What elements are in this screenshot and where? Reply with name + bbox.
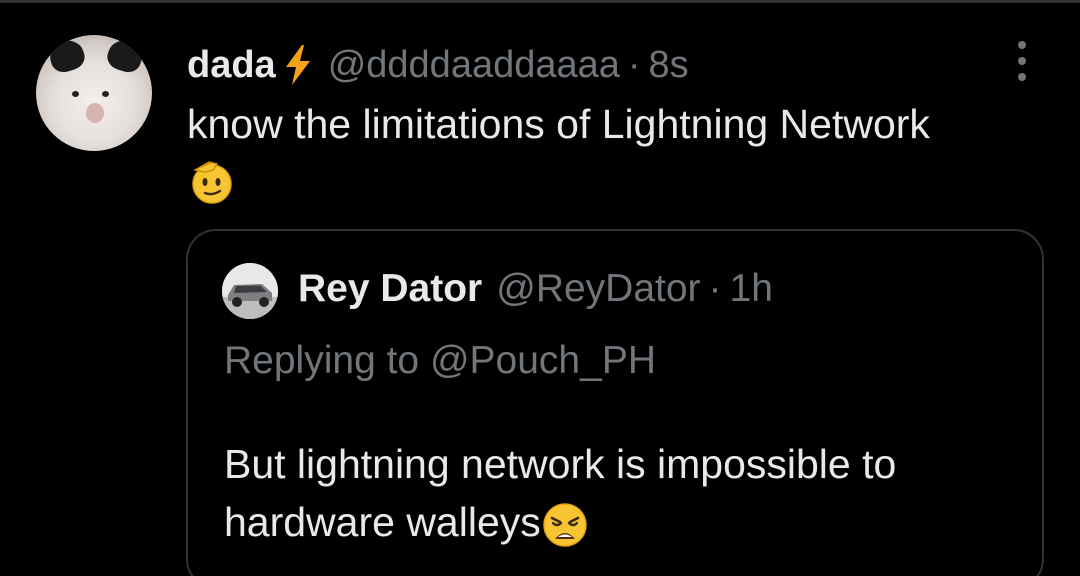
display-name[interactable]: dada	[187, 44, 276, 87]
lightning-bolt-icon	[285, 45, 310, 85]
tweet-header: dada @ddddaaddaaaa · 8s	[187, 41, 689, 89]
more-dot	[1018, 41, 1026, 49]
avatar-ear	[46, 36, 88, 76]
tweet-body: know the limitations of Lightning Networ…	[187, 97, 1067, 206]
avatar-eye	[72, 91, 79, 97]
avatar-ear	[104, 36, 146, 76]
weary-face-emoji-icon	[543, 503, 587, 547]
replying-to[interactable]: Replying to @Pouch_PH	[224, 339, 656, 383]
tweet-text: know the limitations of Lightning Networ…	[187, 101, 930, 147]
avatar-eye	[102, 91, 109, 97]
quoted-display-name[interactable]: Rey Dator	[298, 267, 482, 311]
avatar-mouth	[86, 103, 104, 123]
user-handle[interactable]: @ddddaaddaaaa	[328, 44, 620, 87]
separator-dot: ·	[708, 267, 722, 310]
separator-dot: ·	[627, 43, 641, 86]
quoted-tweet-body: But lightning network is impossible to h…	[224, 435, 1024, 551]
more-dot	[1018, 57, 1026, 65]
quoted-timestamp[interactable]: 1h	[730, 267, 773, 311]
quoted-user-handle[interactable]: @ReyDator	[496, 267, 700, 311]
tweet-container: dada @ddddaaddaaaa · 8s know the limitat…	[0, 0, 1080, 576]
more-options-icon[interactable]	[1004, 41, 1040, 81]
more-dot	[1018, 73, 1026, 81]
saluting-face-emoji-icon	[192, 161, 232, 204]
timestamp[interactable]: 8s	[649, 44, 689, 87]
avatar[interactable]	[36, 35, 152, 151]
quoted-tweet[interactable]: Rey Dator @ReyDator · 1h Replying to @Po…	[186, 229, 1044, 576]
quoted-header: Rey Dator @ReyDator · 1h	[298, 267, 773, 311]
car-image-icon	[222, 263, 278, 319]
quoted-avatar[interactable]	[222, 263, 278, 319]
